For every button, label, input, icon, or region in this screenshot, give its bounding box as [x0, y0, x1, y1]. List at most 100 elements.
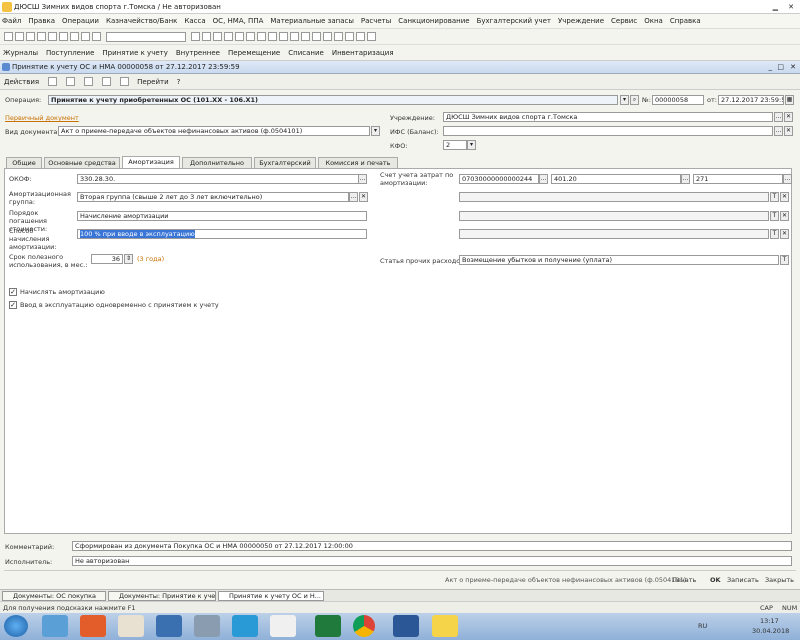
task-item-3[interactable]: Принятие к учету ОС и Н... 58: [218, 591, 324, 601]
tool-icon-10[interactable]: [367, 32, 376, 41]
go-menu[interactable]: Перейти: [137, 78, 169, 86]
menu-item-7[interactable]: Расчеты: [361, 17, 391, 25]
kbk-field[interactable]: 07030000000000244: [459, 174, 539, 184]
undo-icon[interactable]: [81, 32, 90, 41]
excel-icon[interactable]: [315, 615, 341, 637]
amort-method-field[interactable]: 100 % при вводе в эксплуатацию: [77, 229, 367, 239]
doc-type-dropdown-icon[interactable]: ▾: [371, 126, 380, 136]
menu-item-5[interactable]: ОС, НМА, ППА: [213, 17, 264, 25]
doc-type-field[interactable]: Акт о приеме-передаче объектов нефинансо…: [58, 126, 370, 136]
analytics-field-3[interactable]: [459, 229, 769, 239]
tab-5[interactable]: Комиссия и печать: [318, 157, 398, 168]
doc-tool-icon-3[interactable]: [84, 77, 94, 86]
doc-tool-icon-5[interactable]: [120, 77, 130, 86]
doc-tool-icon-1[interactable]: [48, 77, 58, 86]
ifs-select-icon[interactable]: …: [774, 126, 783, 136]
menu-item-12[interactable]: Окна: [644, 17, 663, 25]
toolbar-item-0[interactable]: Журналы: [3, 49, 38, 57]
doc-tool-icon-2[interactable]: [66, 77, 76, 86]
onec-icon[interactable]: [432, 615, 458, 637]
menu-item-1[interactable]: Правка: [28, 17, 55, 25]
analytics-t-icon-2[interactable]: T: [770, 211, 779, 221]
ifs-field[interactable]: [443, 126, 773, 136]
start-button-icon[interactable]: [4, 615, 28, 637]
tab-2[interactable]: Амортизация: [122, 156, 180, 168]
print-icon[interactable]: [70, 32, 79, 41]
print-form-link[interactable]: Акт о приеме-передаче объектов нефинансо…: [445, 576, 686, 584]
useful-life-field[interactable]: 36: [91, 254, 123, 264]
account-select-icon[interactable]: …: [681, 174, 690, 184]
tab-0[interactable]: Общие: [6, 157, 42, 168]
menu-item-8[interactable]: Санкционирование: [398, 17, 469, 25]
menu-item-11[interactable]: Сервис: [611, 17, 637, 25]
help-icon[interactable]: [202, 32, 211, 41]
tool-icon-2[interactable]: [279, 32, 288, 41]
toolbar-item-3[interactable]: Внутреннее: [176, 49, 220, 57]
expense-item-t-icon[interactable]: T: [780, 255, 789, 265]
account-field[interactable]: 401.20: [551, 174, 681, 184]
toolbar-item-4[interactable]: Перемещение: [228, 49, 280, 57]
kfo-field[interactable]: 2: [443, 140, 467, 150]
network-icon[interactable]: [156, 615, 182, 637]
comment-field[interactable]: Сформирован из документа Покупка ОС и НМ…: [72, 541, 792, 551]
save-button[interactable]: Записать: [727, 576, 759, 584]
tab-4[interactable]: Бухгалтерский учет: [254, 157, 316, 177]
useful-life-spinner-icon[interactable]: ⇕: [124, 254, 133, 264]
calendar-icon[interactable]: ▦: [785, 95, 794, 105]
open-icon[interactable]: [15, 32, 24, 41]
paste-icon[interactable]: [59, 32, 68, 41]
yandex-browser-icon[interactable]: [270, 615, 296, 637]
media-icon[interactable]: [80, 615, 106, 637]
lang-indicator[interactable]: RU: [698, 622, 707, 630]
find-icon[interactable]: [191, 32, 200, 41]
expense-item-field[interactable]: Возмещение убытков и получение (уплата): [459, 255, 779, 265]
task-item-2[interactable]: Документы: Принятие к уче...: [108, 591, 216, 601]
help-button[interactable]: ?: [177, 78, 181, 86]
close-button[interactable]: Закрыть: [765, 576, 794, 584]
doc-close-icon[interactable]: ✕: [790, 63, 796, 71]
save-icon[interactable]: [26, 32, 35, 41]
kfo-dropdown-icon[interactable]: ▾: [467, 140, 476, 150]
okof-select-icon[interactable]: …: [358, 174, 367, 184]
amort-group-field[interactable]: Вторая группа (свыше 2 лет до 3 лет вклю…: [77, 192, 349, 202]
input-checkbox[interactable]: ✓: [9, 301, 17, 309]
analytics-clear-icon-3[interactable]: ✕: [780, 229, 789, 239]
tool-app-icon[interactable]: [194, 615, 220, 637]
yandex-icon[interactable]: [118, 615, 144, 637]
primary-doc-link[interactable]: Первичный документ: [5, 114, 79, 122]
amort-checkbox[interactable]: ✓: [9, 288, 17, 296]
toolbar-item-2[interactable]: Принятие к учету: [102, 49, 167, 57]
analytics-clear-icon-2[interactable]: ✕: [780, 211, 789, 221]
chrome-icon[interactable]: [353, 615, 375, 637]
operation-dropdown-icon[interactable]: ▾: [620, 95, 629, 105]
toolbar-item-1[interactable]: Поступление: [46, 49, 94, 57]
analytics-field-1[interactable]: [459, 192, 769, 202]
doc-minimize-icon[interactable]: _: [769, 63, 773, 71]
menu-item-4[interactable]: Касса: [184, 17, 205, 25]
ifs-clear-icon[interactable]: ✕: [784, 126, 793, 136]
number-field[interactable]: 00000058: [652, 95, 704, 105]
institution-field[interactable]: ДЮСШ Зимних видов спорта г.Томска: [443, 112, 773, 122]
chat-icon[interactable]: [232, 615, 258, 637]
menu-item-9[interactable]: Бухгалтерский учет: [477, 17, 551, 25]
analytics-field-2[interactable]: [459, 211, 769, 221]
cut-icon[interactable]: [37, 32, 46, 41]
minimize-icon[interactable]: ▁: [773, 3, 778, 11]
amort-group-select-icon[interactable]: …: [349, 192, 358, 202]
menu-item-3[interactable]: Казначейство/Банк: [106, 17, 177, 25]
print-button[interactable]: Печать: [672, 576, 696, 584]
institution-clear-icon[interactable]: ✕: [784, 112, 793, 122]
menu-item-2[interactable]: Операции: [62, 17, 99, 25]
task-item-1[interactable]: Документы: ОС покупка: [2, 591, 106, 601]
operation-search-icon[interactable]: ⌕: [630, 95, 639, 105]
copy-icon[interactable]: [48, 32, 57, 41]
actions-menu[interactable]: Действия: [4, 78, 39, 86]
m-icon[interactable]: [235, 32, 244, 41]
m-minus-icon[interactable]: [257, 32, 266, 41]
ie-icon[interactable]: [42, 615, 68, 637]
calendar-icon[interactable]: [224, 32, 233, 41]
operation-field[interactable]: Принятие к учету приобретенных ОС (101.Х…: [48, 95, 618, 105]
repay-order-field[interactable]: Начисление амортизации: [77, 211, 367, 221]
redo-icon[interactable]: [92, 32, 101, 41]
analytics-t-icon-1[interactable]: T: [770, 192, 779, 202]
